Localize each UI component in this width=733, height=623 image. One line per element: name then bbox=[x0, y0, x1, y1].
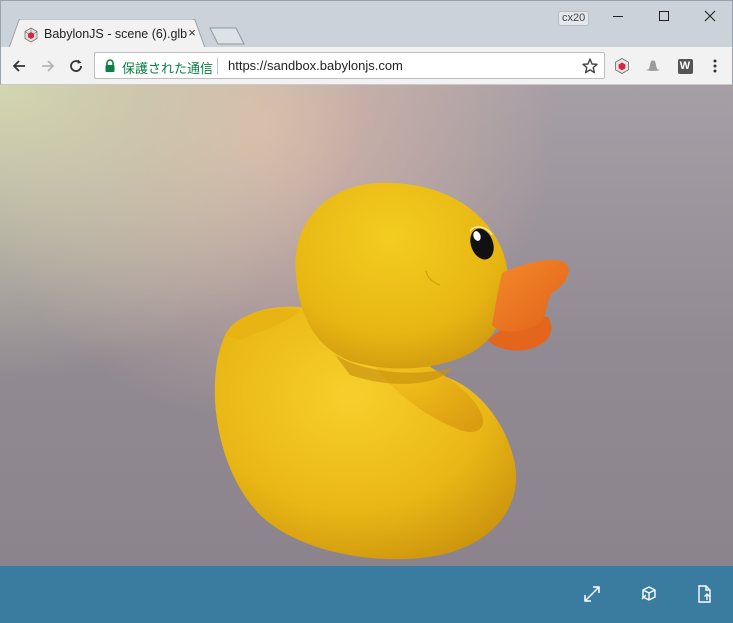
w-extension-label: W bbox=[677, 58, 693, 74]
address-bar[interactable]: 保護された通信 https://sandbox.babylonjs.com bbox=[94, 52, 605, 79]
rubber-duck-model bbox=[214, 182, 569, 560]
security-label[interactable]: 保護された通信 bbox=[122, 58, 213, 77]
back-arrow-icon[interactable] bbox=[6, 53, 32, 79]
tab-strip: BabylonJS - scene (6).glb × cx20 bbox=[0, 0, 733, 48]
close-window-icon[interactable] bbox=[687, 1, 733, 31]
tab-title: BabylonJS - scene (6).glb bbox=[44, 27, 188, 41]
forward-arrow-icon[interactable] bbox=[35, 53, 61, 79]
sandbox-footer bbox=[0, 566, 733, 623]
inspector-cube-icon[interactable] bbox=[637, 582, 661, 606]
tab-babylonjs-scene[interactable]: BabylonJS - scene (6).glb × bbox=[9, 19, 205, 48]
kebab-menu-icon[interactable] bbox=[706, 57, 724, 75]
babylonjs-extension-icon[interactable] bbox=[613, 57, 631, 75]
profile-badge[interactable]: cx20 bbox=[558, 11, 590, 26]
hat-extension-icon[interactable] bbox=[644, 57, 662, 75]
new-tab-button[interactable] bbox=[209, 27, 245, 45]
reload-icon[interactable] bbox=[63, 53, 89, 79]
url-text[interactable]: https://sandbox.babylonjs.com bbox=[228, 58, 403, 73]
lock-icon bbox=[104, 59, 116, 73]
browser-window: BabylonJS - scene (6).glb × cx20 保護された通信… bbox=[0, 0, 733, 623]
render-canvas[interactable] bbox=[0, 85, 733, 566]
browser-toolbar: 保護された通信 https://sandbox.babylonjs.com W bbox=[0, 47, 733, 85]
fullscreen-icon[interactable] bbox=[580, 582, 604, 606]
omnibox-divider bbox=[217, 58, 218, 74]
minimize-icon[interactable] bbox=[595, 1, 641, 31]
upload-file-icon[interactable] bbox=[692, 582, 716, 606]
tab-close-icon[interactable]: × bbox=[185, 26, 199, 40]
w-extension-icon[interactable]: W bbox=[676, 57, 694, 75]
babylonjs-cube-icon bbox=[23, 27, 39, 43]
star-icon[interactable] bbox=[581, 57, 599, 75]
maximize-icon[interactable] bbox=[641, 1, 687, 31]
duck-head bbox=[295, 182, 509, 369]
